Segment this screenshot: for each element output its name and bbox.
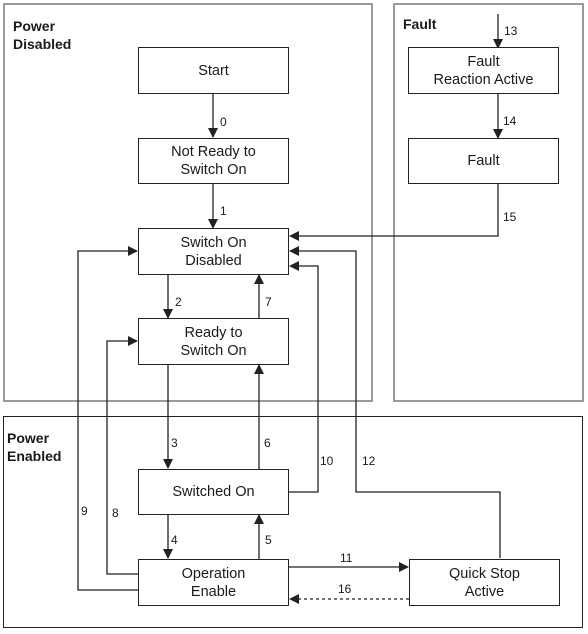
transition-label-4: 4 [171, 533, 178, 547]
transition-label-1: 1 [220, 204, 227, 218]
transition-8-line [106, 336, 138, 575]
transition-label-15: 15 [503, 210, 517, 224]
state-fault-reaction-active[interactable]: Fault Reaction Active [408, 47, 559, 94]
transition-label-16: 16 [338, 582, 352, 596]
transition-wires [77, 14, 503, 604]
transition-label-2: 2 [175, 295, 182, 309]
transition-label-3: 3 [171, 436, 178, 450]
transition-label-6: 6 [264, 436, 271, 450]
transition-label-5: 5 [265, 533, 272, 547]
transition-label-7: 7 [265, 295, 272, 309]
transition-label-13: 13 [504, 24, 518, 38]
transition-9-line [77, 246, 138, 591]
transition-label-11: 11 [340, 551, 353, 565]
transition-10-line [289, 261, 319, 493]
transition-15-line [289, 183, 499, 241]
transition-label-10: 10 [320, 454, 334, 468]
transition-12-line [289, 246, 501, 558]
transition-label-0: 0 [220, 115, 227, 129]
transition-label-9: 9 [81, 504, 88, 518]
state-quick-stop-active[interactable]: Quick Stop Active [409, 559, 560, 606]
state-fault[interactable]: Fault [408, 138, 559, 184]
transition-label-12: 12 [362, 454, 376, 468]
state-not-ready-to-switch-on[interactable]: Not Ready to Switch On [138, 138, 289, 184]
transition-label-14: 14 [503, 114, 517, 128]
state-switch-on-disabled[interactable]: Switch On Disabled [138, 228, 289, 275]
state-switched-on[interactable]: Switched On [138, 469, 289, 515]
state-operation-enable[interactable]: Operation Enable [138, 559, 289, 606]
transition-label-8: 8 [112, 506, 119, 520]
state-ready-to-switch-on[interactable]: Ready to Switch On [138, 318, 289, 365]
state-start[interactable]: Start [138, 47, 289, 94]
